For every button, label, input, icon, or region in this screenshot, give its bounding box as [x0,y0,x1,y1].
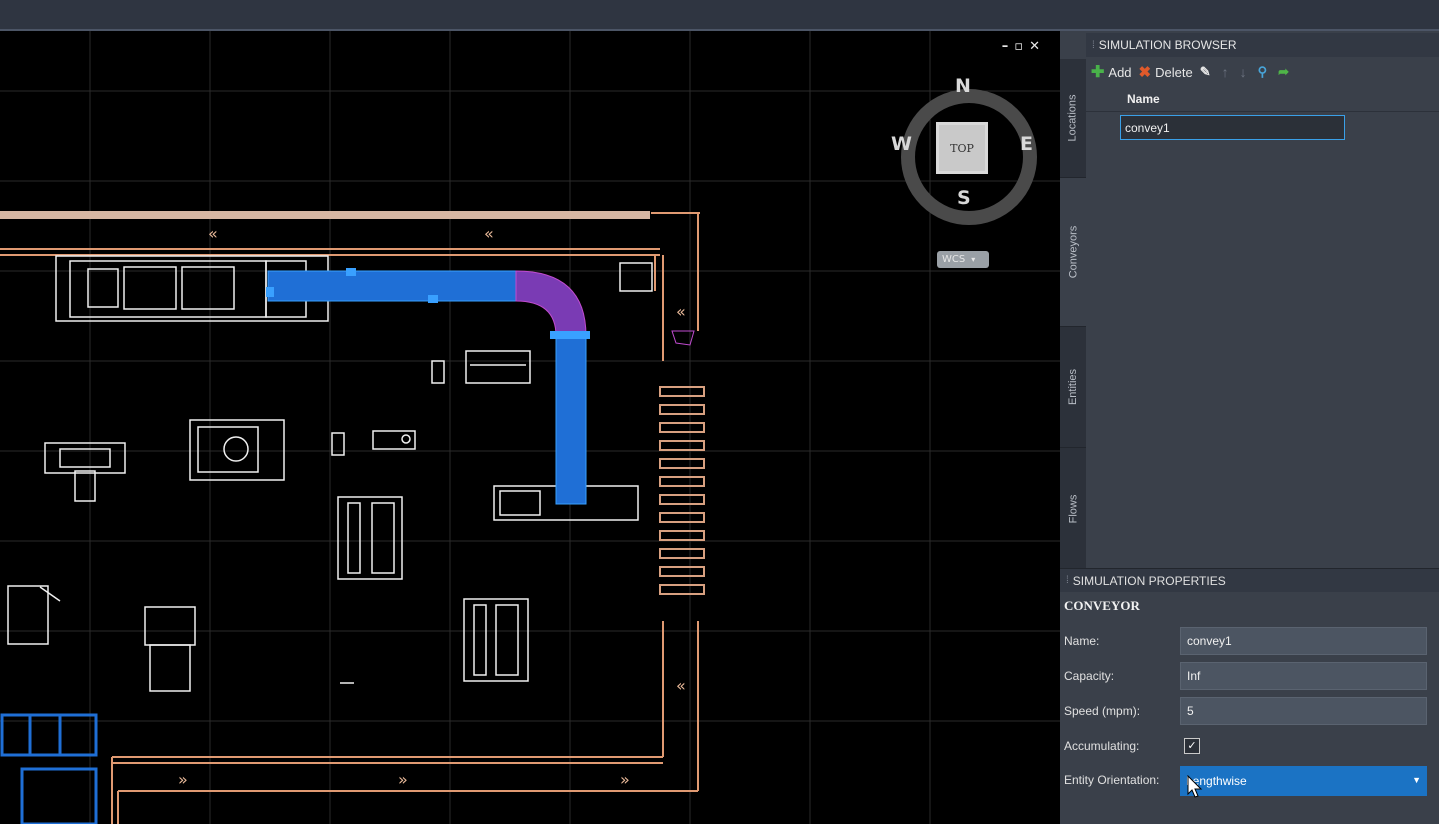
compass-west[interactable]: W [891,133,912,155]
viewcube-top-face[interactable]: TOP [936,122,988,174]
prop-capacity-row: Capacity: Inf [1060,660,1439,692]
arrow-up-icon: ↑ [1221,64,1229,80]
svg-text:»: » [398,770,408,789]
blue-bins [0,713,98,824]
flow-arrows: « « « « » » » [178,224,686,789]
svg-text:»: » [178,770,188,789]
tab-entities[interactable]: Entities [1060,327,1086,448]
simulation-browser-header: ⁞ SIMULATION BROWSER [1086,33,1439,57]
mouse-cursor-icon [1187,775,1203,798]
orientation-label: Entity Orientation: [1064,773,1160,787]
tab-conveyors-label: Conveyors [1067,225,1080,279]
viewport-window-controls[interactable]: –▫✕ [1002,39,1046,54]
export-button[interactable]: ➦ [1278,64,1293,80]
tab-conveyors[interactable]: Conveyors [1060,178,1086,327]
magenta-marker [671,330,695,346]
orientation-dropdown[interactable]: Lengthwise ▼ [1180,766,1427,796]
svg-text:«: « [484,224,494,243]
browser-vertical-tabs: Locations Conveyors Entities Flows [1060,59,1086,570]
walkway-outlines [0,211,700,824]
prop-name-row: Name: convey1 [1060,625,1439,657]
speed-field[interactable]: 5 [1180,697,1427,725]
properties-button[interactable]: ✎ [1200,64,1215,80]
browser-toolbar: ✚ Add ✖ Delete ✎ ↑ ↓ ⚲ ➦ [1086,58,1439,86]
wcs-menu[interactable]: WCS ▾ [937,251,989,268]
accumulating-label: Accumulating: [1064,739,1140,753]
properties-section-title: CONVEYOR [1064,598,1140,613]
capacity-field[interactable]: Inf [1180,662,1427,690]
conveyor-convey1[interactable] [266,268,590,505]
arrow-down-icon: ↓ [1239,64,1247,80]
find-button[interactable]: ⚲ [1258,64,1272,80]
column-name-header[interactable]: Name [1127,92,1160,106]
browser-title: SIMULATION BROWSER [1098,38,1237,52]
conveyor-name-cell[interactable] [1120,115,1345,140]
add-label: Add [1108,64,1132,80]
delete-x-icon: ✖ [1138,64,1152,81]
svg-text:«: « [676,676,686,695]
add-button[interactable]: ✚ Add [1091,62,1132,82]
grid-header: Name [1086,87,1439,112]
prop-orientation-row: Entity Orientation: Lengthwise ▼ [1060,764,1439,796]
close-icon[interactable]: ✕ [1029,39,1046,54]
compass-north[interactable]: N [955,75,971,97]
tab-locations-label: Locations [1067,94,1079,142]
viewcube[interactable]: N S E W TOP [891,75,1043,239]
minimize-icon[interactable]: – [1002,39,1015,54]
table-row[interactable] [1086,112,1439,140]
right-panel: ⁞ SIMULATION BROWSER Locations Conveyors … [1060,31,1439,824]
compass-south[interactable]: S [957,187,971,209]
accumulating-checkbox[interactable]: ✓ [1184,738,1200,754]
move-up-button[interactable]: ↑ [1222,64,1233,80]
svg-text:»: » [620,770,630,789]
grip-icon[interactable]: ⁞ [1066,575,1069,586]
svg-text:«: « [208,224,218,243]
properties-title: SIMULATION PROPERTIES [1072,573,1226,588]
crosswalk [659,386,705,595]
prop-speed-row: Speed (mpm): 5 [1060,695,1439,727]
speed-label: Speed (mpm): [1064,704,1141,718]
share-arrow-icon: ➦ [1278,64,1290,79]
chevron-down-icon: ▾ [971,255,976,264]
capacity-label: Capacity: [1064,669,1115,683]
find-person-icon: ⚲ [1257,64,1268,79]
svg-text:«: « [676,302,686,321]
chevron-down-icon: ▼ [1412,775,1421,785]
delete-button[interactable]: ✖ Delete [1139,63,1193,81]
wcs-label: WCS [942,254,966,265]
simulation-properties-header: ⁞ SIMULATION PROPERTIES [1060,568,1439,592]
name-field[interactable]: convey1 [1180,627,1427,655]
prop-accumulating-row: Accumulating: ✓ [1060,730,1439,762]
restore-icon[interactable]: ▫ [1014,39,1029,54]
name-label: Name: [1064,634,1100,648]
tab-entities-label: Entities [1067,368,1080,406]
grip-icon[interactable]: ⁞ [1092,40,1095,51]
cad-viewport[interactable]: « « « « » » » –▫✕ N S E W TOP WCS ▾ [0,31,1060,824]
plus-icon: ✚ [1091,64,1105,81]
move-down-button[interactable]: ↓ [1240,64,1251,80]
tab-flows-label: Flows [1067,494,1080,523]
wrench-icon: ✎ [1199,64,1211,79]
top-bar [0,0,1439,31]
compass-east[interactable]: E [1020,133,1033,155]
delete-label: Delete [1155,64,1193,80]
tab-locations[interactable]: Locations [1060,59,1086,178]
tab-flows[interactable]: Flows [1060,448,1086,570]
